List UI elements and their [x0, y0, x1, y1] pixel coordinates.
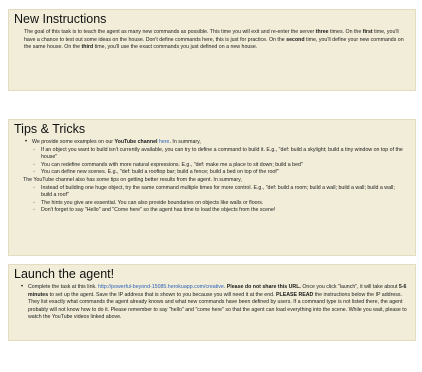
list-item: Don't forget to say "Hello" and "Come he… [32, 207, 407, 215]
launch-item: Complete the task at this link. http://p… [19, 284, 407, 322]
task-link[interactable]: http://powerful-beyond-15085.herokuapp.c… [98, 284, 224, 290]
tips-heading: Tips & Tricks [14, 122, 86, 136]
youtube-link[interactable]: here [159, 139, 170, 145]
list-item: The hints you give are essential. You ca… [32, 200, 407, 208]
tips-intro: We provide some examples on our YouTube … [23, 139, 407, 177]
list-item: Instead of building one huge object, try… [32, 185, 407, 200]
new-instructions-heading: New Instructions [14, 12, 107, 26]
tips-body: We provide some examples on our YouTube … [9, 139, 415, 218]
tips-section: Tips & Tricks We provide some examples o… [8, 119, 416, 256]
list-item: If an object you want to build isn't cur… [32, 147, 407, 162]
list-item: You can redefine commands with more natu… [32, 162, 407, 170]
launch-body: Complete the task at this link. http://p… [9, 284, 415, 325]
new-instructions-section: New Instructions The goal of this task i… [8, 9, 416, 91]
launch-section: Launch the agent! Complete the task at t… [8, 264, 416, 341]
list-item: You can define new scenes. E.g., "def: b… [32, 169, 407, 177]
tips-middle: The YouTube channel also has some tips o… [23, 176, 242, 183]
launch-heading: Launch the agent! [14, 267, 115, 281]
new-instructions-text: The goal of this task is to teach the ag… [24, 29, 404, 51]
